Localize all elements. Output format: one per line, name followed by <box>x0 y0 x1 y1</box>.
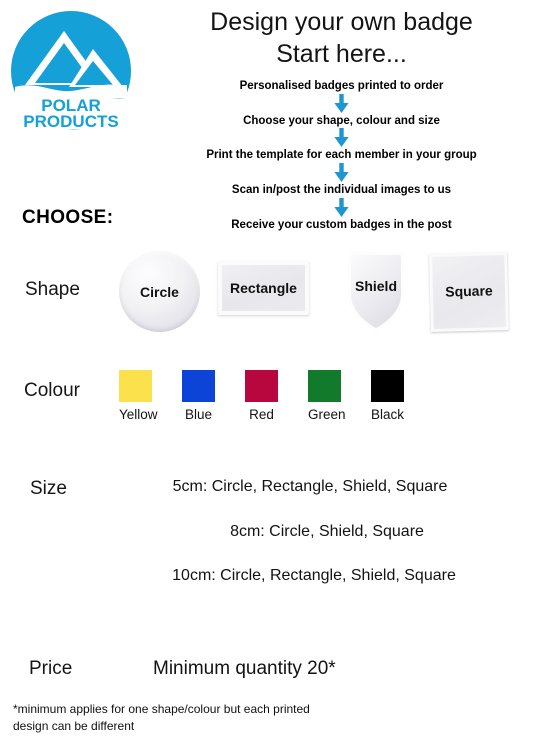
colour-label-green: Green <box>308 407 346 422</box>
down-arrow-icon <box>150 93 533 114</box>
colour-label-black: Black <box>371 407 405 422</box>
size-option-10cm: 10cm: Circle, Rectangle, Shield, Square <box>172 567 456 584</box>
title-line-1: Design your own badge <box>210 8 473 36</box>
colour-swatch-yellow[interactable] <box>119 370 152 402</box>
colour-row-label: Colour <box>24 380 80 401</box>
step-3: Print the template for each member in yo… <box>206 149 477 162</box>
size-row-label: Size <box>30 478 67 499</box>
colour-label-blue: Blue <box>184 407 213 422</box>
choose-heading: CHOOSE: <box>22 207 114 228</box>
down-arrow-icon <box>150 162 533 183</box>
colour-option-red[interactable]: Red <box>245 370 278 422</box>
title-line-2: Start here... <box>276 40 407 68</box>
size-option-5cm: 5cm: Circle, Rectangle, Shield, Square <box>172 478 448 495</box>
step-4: Scan in/post the individual images to us <box>231 183 452 196</box>
price-row-label: Price <box>29 658 73 679</box>
logo-brand-line2: PRODUCTS <box>23 112 118 131</box>
colour-swatch-red[interactable] <box>245 370 278 402</box>
process-steps: Personalised badges printed to order Cho… <box>150 80 533 231</box>
shape-row-label: Shape <box>25 279 80 300</box>
colour-label-red: Red <box>249 407 274 422</box>
colour-option-blue[interactable]: Blue <box>182 370 215 422</box>
badge-order-page: POLAR PRODUCTS Design your own badge Sta… <box>0 0 533 754</box>
shape-option-circle[interactable]: Circle <box>119 251 200 332</box>
colour-label-yellow: Yellow <box>119 407 158 422</box>
polar-products-logo: POLAR PRODUCTS <box>7 7 135 135</box>
colour-swatch-blue[interactable] <box>182 370 215 402</box>
page-title: Design your own badge Start here... <box>150 6 533 70</box>
shape-option-square[interactable]: Square <box>429 252 509 332</box>
shape-option-rectangle[interactable]: Rectangle <box>218 261 309 315</box>
size-options: 5cm: Circle, Rectangle, Shield, Square 8… <box>100 478 510 585</box>
colour-swatch-green[interactable] <box>308 370 341 402</box>
shape-option-circle-label: Circle <box>140 284 179 300</box>
down-arrow-icon <box>150 197 533 218</box>
colour-option-black[interactable]: Black <box>371 370 404 422</box>
step-1: Personalised badges printed to order <box>239 80 444 92</box>
colour-option-yellow[interactable]: Yellow <box>119 370 158 422</box>
shape-option-rectangle-label: Rectangle <box>230 280 297 296</box>
down-arrow-icon <box>150 128 533 148</box>
step-2: Choose your shape, colour and size <box>243 114 440 127</box>
footnote: *minimum applies for one shape/colour bu… <box>13 702 310 734</box>
price-value: Minimum quantity 20* <box>153 658 336 679</box>
size-option-8cm: 8cm: Circle, Shield, Square <box>230 523 424 540</box>
shape-option-square-label: Square <box>445 282 493 300</box>
colour-option-green[interactable]: Green <box>308 370 346 422</box>
colour-options: Yellow Blue Red Green Black <box>119 370 404 422</box>
shape-option-shield-label: Shield <box>354 278 397 294</box>
colour-swatch-black[interactable] <box>371 370 404 402</box>
shape-option-shield[interactable]: Shield <box>345 250 407 334</box>
step-5: Receive your custom badges in the post <box>231 218 452 231</box>
logo-icon: POLAR PRODUCTS <box>11 11 131 131</box>
